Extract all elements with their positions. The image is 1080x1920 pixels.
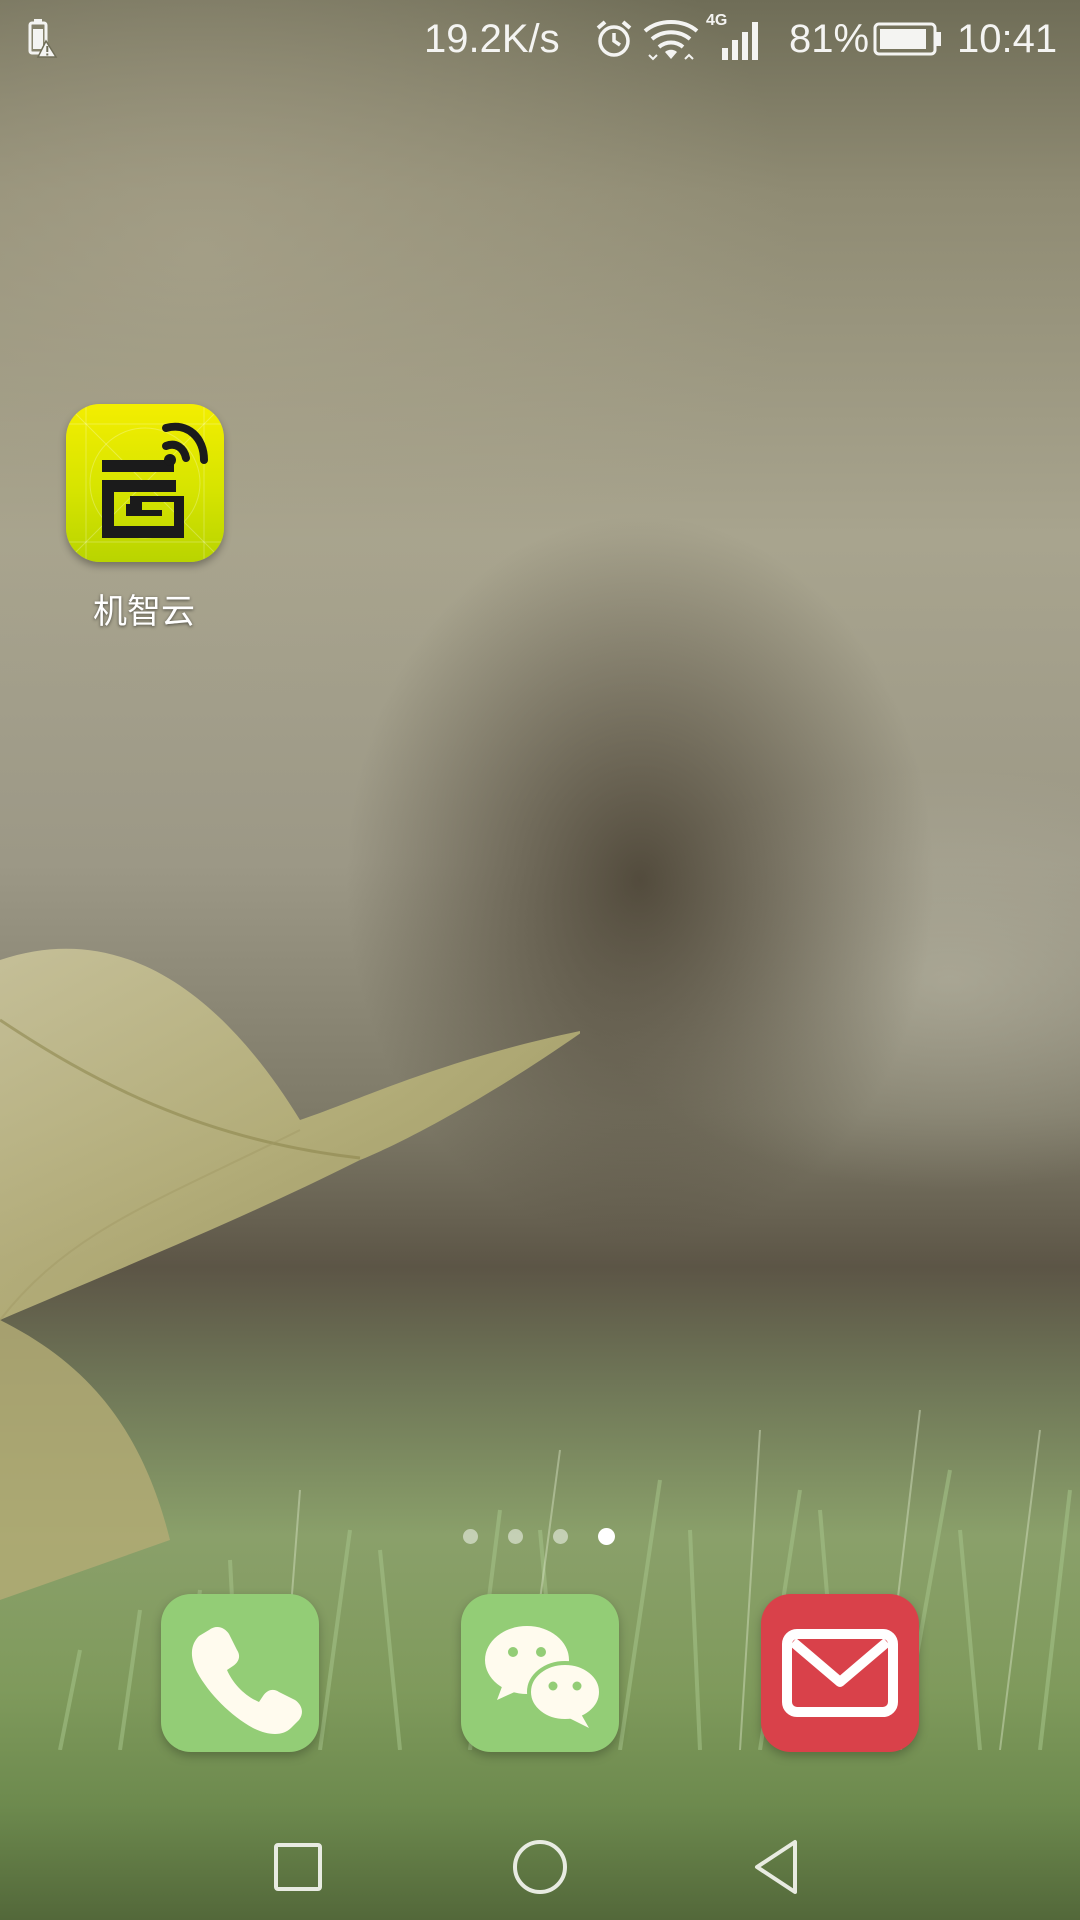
square-recent-apps-icon[interactable]	[263, 1832, 333, 1902]
email-icon	[782, 1629, 898, 1717]
phone-app[interactable]	[161, 1594, 319, 1752]
home-screen[interactable]: 19.2K/s 4G 81% 10:41 机智云	[0, 0, 1080, 1920]
status-bar: 19.2K/s 4G 81% 10:41	[0, 0, 1080, 78]
cellular-signal-icon: 4G	[706, 0, 768, 78]
battery-icon	[873, 0, 943, 78]
wallpaper-leaf	[0, 948, 580, 1600]
page-dot-active[interactable]	[598, 1528, 615, 1545]
jizhiyun-app-icon[interactable]	[66, 404, 224, 562]
wechat-icon	[485, 1626, 603, 1728]
wechat-app[interactable]	[461, 1594, 619, 1752]
app-label: 机智云	[93, 592, 195, 632]
battery-warning-icon	[24, 0, 58, 78]
navigation-bar	[0, 1806, 1080, 1920]
triangle-back-icon[interactable]	[745, 1832, 815, 1902]
page-indicator	[463, 1527, 623, 1549]
page-dot[interactable]	[508, 1529, 523, 1544]
network-speed: 19.2K/s	[424, 16, 560, 61]
battery-percent: 81%	[789, 16, 870, 61]
page-dot[interactable]	[463, 1529, 478, 1544]
page-dot[interactable]	[553, 1529, 568, 1544]
wifi-icon	[643, 0, 699, 78]
clock-time: 10:41	[957, 16, 1058, 61]
alarm-clock-icon	[593, 0, 635, 78]
circle-home-icon[interactable]	[505, 1832, 575, 1902]
phone-icon	[191, 1627, 302, 1734]
email-app[interactable]	[761, 1594, 919, 1752]
